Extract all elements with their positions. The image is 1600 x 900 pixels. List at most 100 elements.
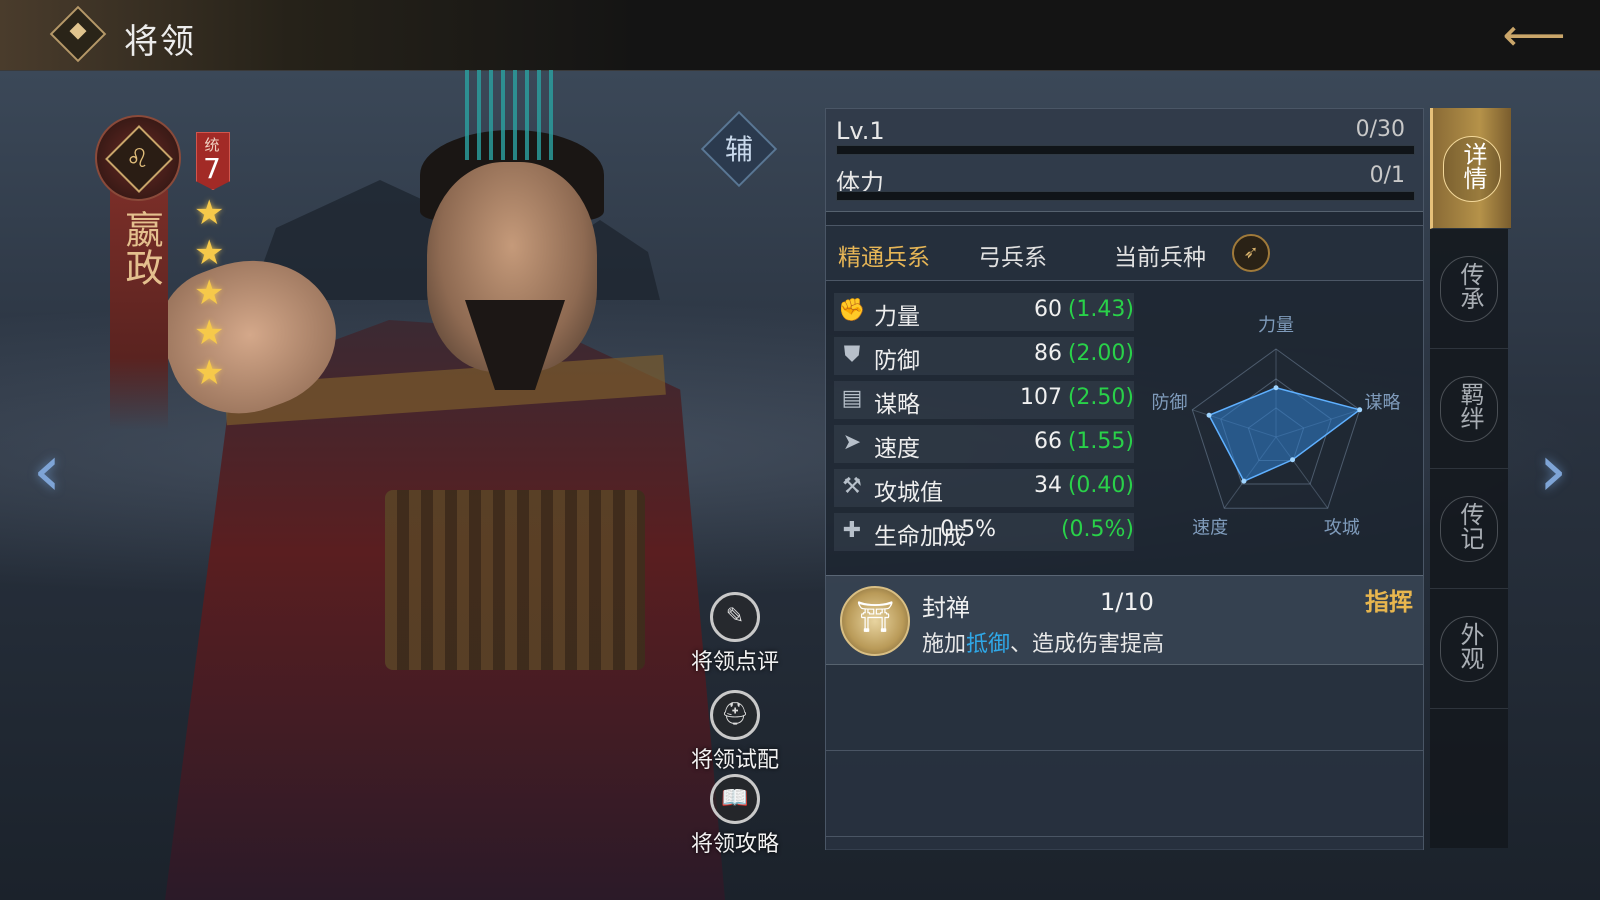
attribute-value: 34 (1034, 473, 1062, 498)
info-panel: Lv.1 0/30 体力 0/1 精通兵系 弓兵系 当前兵种 ➶ ✊ 力量 60 (1… (825, 108, 1424, 850)
command-value: 7 (203, 152, 221, 185)
side-tab[interactable]: 传承 (1430, 228, 1508, 349)
star-icon: ★ (194, 313, 225, 353)
guide-book-icon: 📖 (710, 774, 760, 824)
skill-level: 1/10 (1100, 588, 1154, 616)
radar-point (1357, 407, 1363, 413)
attribute-row: ▤ 谋略 107 (2.50) (834, 381, 1134, 419)
attribute-row: ➤ 速度 66 (1.55) (834, 425, 1134, 463)
helmet-icon: ⛑ (710, 690, 760, 740)
radar-label: 防御 (1151, 392, 1187, 413)
faction-emblem-frame: ♌ (105, 125, 173, 193)
skill-desc-suffix: 、造成伤害提高 (1010, 632, 1165, 657)
troop-type-row: 精通兵系 弓兵系 当前兵种 ➶ (826, 225, 1423, 281)
stamina-progress-bar (836, 191, 1415, 201)
general-guide-label: 将领攻略 (690, 832, 779, 857)
radar-value-area (1207, 386, 1362, 483)
attribute-value: 60 (1034, 297, 1062, 322)
general-trial-label: 将领试配 (690, 748, 779, 773)
book-icon: ▤ (841, 386, 863, 411)
skill-list: 封禅 1/10 指挥 施加抵御、造成伤害提高 (826, 575, 1423, 850)
radar-label: 速度 (1192, 518, 1228, 539)
side-tab[interactable]: 传记 (1430, 468, 1508, 589)
attribute-row: ✊ 力量 60 (1.43) (834, 293, 1134, 331)
radar-point (1206, 412, 1212, 418)
attribute-row: ✚ 生命加成 0.5% (0.5%) (834, 513, 1134, 551)
general-review-label: 将领点评 (690, 650, 779, 675)
attribute-value: 0.5% (940, 517, 996, 542)
attribute-growth: (1.55) (1067, 429, 1134, 454)
hammer-icon: ⚒ (842, 474, 862, 499)
attribute-row: ⚒ 攻城值 34 (0.40) (834, 469, 1134, 507)
general-guide-button[interactable]: 📖 将领攻略 (680, 774, 790, 858)
attribute-value: 66 (1034, 429, 1062, 454)
radar-point (1241, 478, 1247, 484)
next-general-arrow-icon[interactable]: › (1528, 430, 1578, 510)
radar-label: 攻城 (1324, 518, 1360, 539)
attribute-row: ⛊ 防御 86 (2.00) (834, 337, 1134, 375)
back-arrow-button[interactable]: ⟵ (1498, 14, 1570, 58)
radar-label: 力量 (1258, 315, 1294, 336)
level-label: Lv.1 (836, 117, 885, 145)
skill-desc-keyword[interactable]: 抵御 (966, 632, 1010, 657)
empty-skill-slot (826, 750, 1423, 837)
side-tab[interactable]: 外观 (1430, 588, 1508, 709)
skill-description: 施加抵御、造成伤害提高 (922, 626, 1164, 658)
top-bar: 将领 ⟵ (0, 0, 1600, 71)
attribute-value: 86 (1034, 341, 1062, 366)
side-tab-bar: 详情传承羁绊传记外观 (1430, 108, 1511, 848)
general-review-button[interactable]: ✎ 将领点评 (680, 592, 790, 676)
portrait-belt (385, 490, 645, 670)
attribute-name: 谋略 (874, 392, 920, 418)
radar-point (1290, 457, 1296, 463)
attribute-name: 防御 (874, 348, 920, 374)
lion-icon: ♌ (125, 144, 150, 174)
role-badge: 辅 (724, 133, 753, 166)
radar-point (1273, 385, 1279, 391)
general-name: 嬴政 (119, 210, 163, 286)
shield-icon: ⛊ (843, 342, 861, 367)
boot-icon: ➤ (842, 430, 862, 455)
side-tab[interactable]: 羁绊 (1430, 348, 1508, 469)
attribute-growth: (2.00) (1067, 341, 1134, 366)
tab-label: 外观 (1456, 622, 1484, 670)
bow-icon[interactable]: ➶ (1232, 234, 1270, 272)
tab-label: 详情 (1459, 142, 1487, 190)
skill-item[interactable]: 封禅 1/10 指挥 施加抵御、造成伤害提高 (826, 576, 1423, 665)
attribute-growth: (2.50) (1067, 385, 1134, 410)
skill-name: 封禅 (922, 594, 970, 622)
empty-skill-slot (826, 664, 1423, 751)
star-icon: ★ (194, 273, 225, 313)
radar-label: 谋略 (1365, 392, 1401, 413)
review-icon: ✎ (710, 592, 760, 642)
skill-altar-icon (840, 586, 910, 656)
page-title: 将领 (124, 22, 196, 62)
star-icon: ★ (194, 353, 225, 393)
attribute-name: 力量 (874, 304, 920, 330)
attribute-radar-chart: 力量谋略攻城 速度 防御 (1151, 315, 1401, 539)
attribute-value: 107 (1020, 385, 1062, 410)
attribute-growth: (0.40) (1067, 473, 1134, 498)
attribute-name: 攻城值 (874, 480, 943, 506)
prev-general-arrow-icon[interactable]: ‹ (22, 430, 72, 510)
stamina-value: 0/1 (1369, 163, 1405, 188)
tab-label: 传承 (1456, 262, 1484, 310)
attribute-growth: (0.5%) (1060, 517, 1134, 542)
side-tab[interactable]: 详情 (1430, 108, 1511, 229)
title-emblem-icon (49, 5, 107, 63)
attribute-growth: (1.43) (1067, 297, 1134, 322)
troop-mastery-value: 弓兵系 (978, 245, 1047, 271)
faction-emblem: ♌ (95, 115, 181, 201)
troop-mastery-label: 精通兵系 (838, 245, 930, 271)
general-trial-button[interactable]: ⛑ 将领试配 (680, 690, 790, 774)
level-exp-value: 0/30 (1355, 117, 1405, 142)
portrait-crown (465, 70, 555, 160)
heart-icon: ✚ (842, 518, 862, 543)
current-troop-label: 当前兵种 (1114, 245, 1206, 271)
star-icon: ★ (194, 193, 225, 233)
attribute-name: 速度 (874, 436, 920, 462)
stamina-row: 体力 0/1 (836, 161, 1415, 201)
tab-label: 羁绊 (1456, 382, 1484, 430)
level-row: Lv.1 0/30 (836, 115, 1415, 155)
general-portrait (144, 70, 725, 900)
